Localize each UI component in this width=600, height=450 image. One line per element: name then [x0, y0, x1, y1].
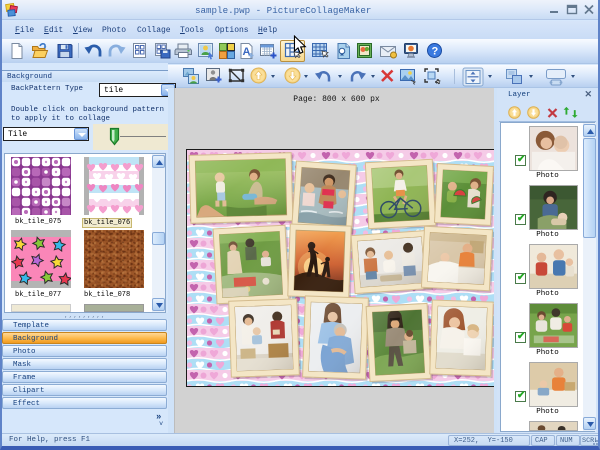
svg-text:?: ? [432, 46, 439, 58]
